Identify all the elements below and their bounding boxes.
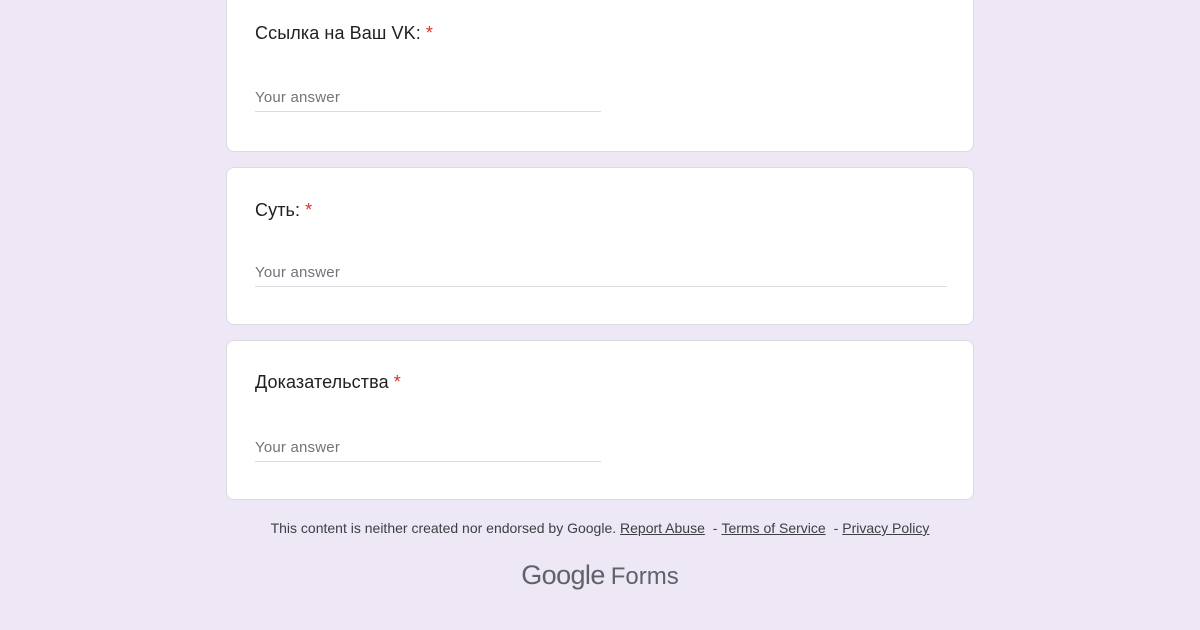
- forms-wordmark: Forms: [610, 563, 679, 590]
- question-card-essence: Суть: *: [226, 167, 974, 325]
- evidence-input[interactable]: [255, 436, 601, 462]
- footer-separator: -: [833, 520, 839, 536]
- disclaimer-text: This content is neither created nor endo…: [270, 520, 617, 536]
- question-card-evidence: Доказательства *: [226, 340, 974, 500]
- question-title: Ссылка на Ваш VK: *: [255, 23, 433, 44]
- question-label: Ссылка на Ваш VK:: [255, 23, 421, 43]
- terms-of-service-link[interactable]: Terms of Service: [721, 520, 825, 536]
- vk-link-input[interactable]: [255, 86, 601, 112]
- footer-separator: -: [712, 520, 718, 536]
- footer-disclaimer: This content is neither created nor endo…: [0, 520, 1200, 536]
- report-abuse-link[interactable]: Report Abuse: [620, 520, 705, 536]
- question-card-vk-link: Ссылка на Ваш VK: *: [226, 0, 974, 152]
- google-wordmark: Google: [521, 560, 605, 590]
- required-asterisk: *: [393, 372, 401, 392]
- required-asterisk: *: [305, 200, 313, 220]
- question-title: Доказательства *: [255, 372, 401, 393]
- required-asterisk: *: [425, 23, 433, 43]
- essence-input[interactable]: [255, 261, 947, 287]
- question-label: Доказательства: [255, 372, 389, 392]
- google-forms-logo[interactable]: Google Forms: [0, 560, 1200, 591]
- question-title: Суть: *: [255, 200, 312, 221]
- question-label: Суть:: [255, 200, 301, 220]
- privacy-policy-link[interactable]: Privacy Policy: [842, 520, 929, 536]
